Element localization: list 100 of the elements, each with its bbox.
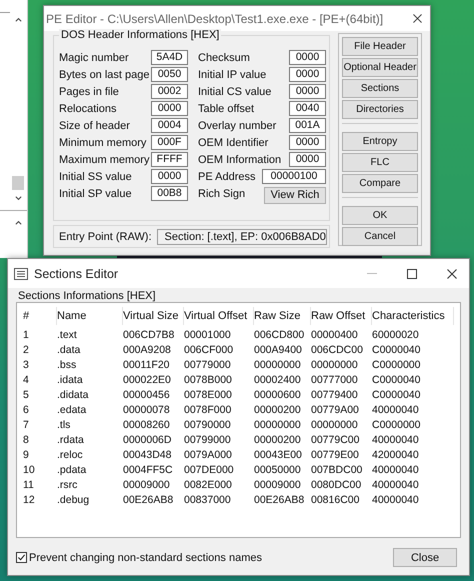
table-cell-text: 00837000 (184, 494, 232, 506)
checkbox-label: Prevent changing non-standard sections names (29, 552, 262, 564)
table-cell-text: .tls (57, 418, 72, 430)
table-cell-text: 4 (23, 374, 30, 386)
table-cell-text: .rdata (57, 434, 85, 446)
table-cell-text: 40000040 (372, 464, 420, 476)
column-header[interactable]: Raw Size (254, 307, 311, 325)
list-icon[interactable] (14, 268, 28, 280)
table-cell-text: 5 (23, 388, 30, 400)
column-header[interactable]: Virtual Offset (184, 307, 254, 325)
close-icon[interactable] (447, 268, 457, 278)
table-cell-text: 11 (23, 478, 35, 490)
entry-point-field[interactable]: Section: [.text], EP: 0x006B8AD0 (156, 228, 327, 244)
value-field[interactable]: 0000 (289, 135, 326, 150)
value-field[interactable]: 00B8 (151, 186, 188, 201)
table-cell-text: 42000040 (372, 448, 420, 460)
close-icon[interactable] (413, 14, 422, 23)
side-button[interactable]: Entropy (342, 132, 418, 151)
side-button[interactable]: OK (342, 206, 418, 225)
value-field[interactable]: FFFF (151, 152, 188, 167)
side-button[interactable]: Sections (342, 79, 418, 98)
table-cell-text: 0078F000 (184, 404, 232, 416)
table-cell-text: 9 (23, 448, 30, 460)
group-title: Sections Informations [HEX] (18, 290, 157, 302)
table-cell-text: 40000040 (372, 434, 420, 446)
field-label: Minimum memory (59, 136, 148, 148)
scrollbar-thumb[interactable] (12, 176, 24, 190)
table-cell-text: 12 (23, 494, 36, 506)
field-label: PE Address (198, 170, 256, 182)
scroll-up-icon[interactable] (15, 17, 22, 22)
field-label: Magic number (59, 52, 130, 64)
table-cell-text: .text (57, 328, 78, 340)
table-cell-text: 006CD800 (254, 328, 306, 340)
field-label: Initial CS value (198, 86, 272, 98)
table-cell-text: 00050000 (254, 464, 302, 476)
side-button[interactable]: File Header (342, 37, 418, 56)
table-cell-text: 8 (23, 434, 30, 446)
table-cell-text: 00779A00 (311, 404, 360, 416)
table-cell-text: .didata (57, 388, 90, 400)
checkbox[interactable] (16, 552, 27, 563)
view-rich-button[interactable]: View Rich (264, 186, 326, 204)
table-cell-text: 00779000 (184, 358, 232, 370)
value-field[interactable]: 0000 (289, 84, 326, 99)
value-field[interactable]: 001A (289, 118, 326, 133)
table-cell-text: 006CD7B8 (123, 328, 176, 340)
window-title: Sections Editor (34, 266, 120, 280)
table-cell-text: 000A9208 (123, 344, 172, 356)
table-cell-text: .edata (57, 404, 88, 416)
table-cell-text: 00000000 (254, 358, 302, 370)
table-cell-text: 00790000 (184, 418, 232, 430)
side-button[interactable]: FLC (342, 153, 418, 172)
column-header[interactable]: Virtual Size (123, 307, 184, 325)
table-cell-text: 00779C00 (311, 434, 360, 446)
side-button[interactable]: Cancel (342, 227, 418, 246)
value-field[interactable]: 0050 (151, 67, 188, 82)
value-field[interactable]: 0000 (289, 67, 326, 82)
value-field[interactable]: 00000100 (262, 169, 326, 184)
value-field[interactable]: 5A4D (151, 50, 188, 65)
table-cell-text: 0000006D (123, 434, 172, 446)
scroll-up-icon[interactable] (15, 220, 22, 225)
field-label: OEM Identifier (198, 136, 270, 148)
value-field[interactable]: 0000 (151, 169, 188, 184)
side-button[interactable]: Directories (342, 100, 418, 119)
window-title: PE Editor - C:\Users\Allen\Desktop\Test1.exe.exe - [PE+(64bit)] (46, 12, 384, 26)
field-label: Initial SP value (59, 188, 133, 200)
column-header[interactable]: Raw Offset (311, 307, 372, 325)
table-cell-text: 3 (23, 358, 30, 370)
field-label: Maximum memory (59, 154, 150, 166)
column-header[interactable]: # (23, 307, 57, 325)
value-field[interactable]: 000F (151, 135, 188, 150)
column-header[interactable]: Name (57, 307, 123, 325)
field-label: Table offset (198, 102, 256, 114)
entry-point-label: Entry Point (RAW): (59, 230, 152, 242)
table-cell-text: .data (57, 344, 82, 356)
value-field[interactable]: 0000 (289, 152, 326, 167)
value-field[interactable]: 0040 (289, 101, 326, 116)
value-field[interactable]: 0000 (289, 50, 326, 65)
table-cell-text: 00777000 (311, 374, 359, 386)
field-label: Pages in file (59, 86, 120, 98)
side-button[interactable]: Compare (342, 174, 418, 193)
table-cell-text: C0000000 (372, 358, 422, 370)
table-cell-text: C0000040 (372, 388, 422, 400)
value-field[interactable]: 0002 (151, 84, 188, 99)
scroll-down-icon[interactable] (15, 196, 22, 201)
table-cell-text: 007BDC00 (311, 464, 364, 476)
column-header[interactable]: Characteristics (372, 307, 454, 325)
side-button[interactable]: Optional Header (342, 58, 418, 77)
table-cell-text: 7 (23, 418, 30, 430)
field-label: Overlay number (198, 120, 278, 132)
table-cell-text: 000A9400 (254, 344, 303, 356)
close-button[interactable]: Close (393, 548, 457, 567)
table-cell-text: 2 (23, 344, 30, 356)
table-cell-text: 00000078 (123, 404, 171, 416)
table-cell-text: 60000020 (372, 328, 420, 340)
value-field[interactable]: 0000 (151, 101, 188, 116)
table-cell-text: 00011F20 (123, 358, 171, 370)
value-field[interactable]: 0004 (151, 118, 188, 133)
table-cell-text: 00816C00 (311, 494, 360, 506)
table-cell-text: 006CDC00 (311, 344, 364, 356)
maximize-icon[interactable] (407, 268, 417, 278)
